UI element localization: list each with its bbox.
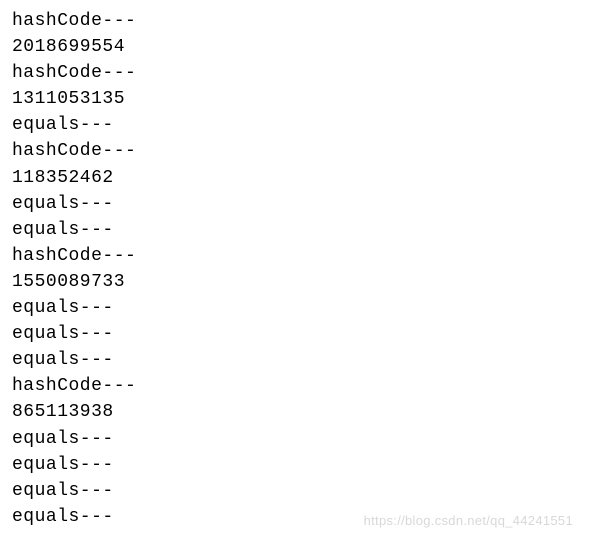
log-line: equals--- bbox=[12, 112, 581, 138]
log-line: hashCode--- bbox=[12, 243, 581, 269]
log-line: 2018699554 bbox=[12, 34, 581, 60]
log-line: equals--- bbox=[12, 347, 581, 373]
log-line: hashCode--- bbox=[12, 373, 581, 399]
log-line: 118352462 bbox=[12, 165, 581, 191]
log-line: hashCode--- bbox=[12, 138, 581, 164]
log-line: equals--- bbox=[12, 426, 581, 452]
log-line: equals--- bbox=[12, 504, 581, 530]
log-line: equals--- bbox=[12, 217, 581, 243]
log-line: hashCode--- bbox=[12, 60, 581, 86]
log-line: equals--- bbox=[12, 478, 581, 504]
log-line: equals--- bbox=[12, 452, 581, 478]
log-line: 1550089733 bbox=[12, 269, 581, 295]
log-line: 865113938 bbox=[12, 399, 581, 425]
log-line: 1311053135 bbox=[12, 86, 581, 112]
log-line: equals--- bbox=[12, 321, 581, 347]
log-line: equals--- bbox=[12, 191, 581, 217]
log-line: equals--- bbox=[12, 295, 581, 321]
log-line: hashCode--- bbox=[12, 8, 581, 34]
console-output: hashCode---2018699554hashCode---13110531… bbox=[12, 8, 581, 530]
